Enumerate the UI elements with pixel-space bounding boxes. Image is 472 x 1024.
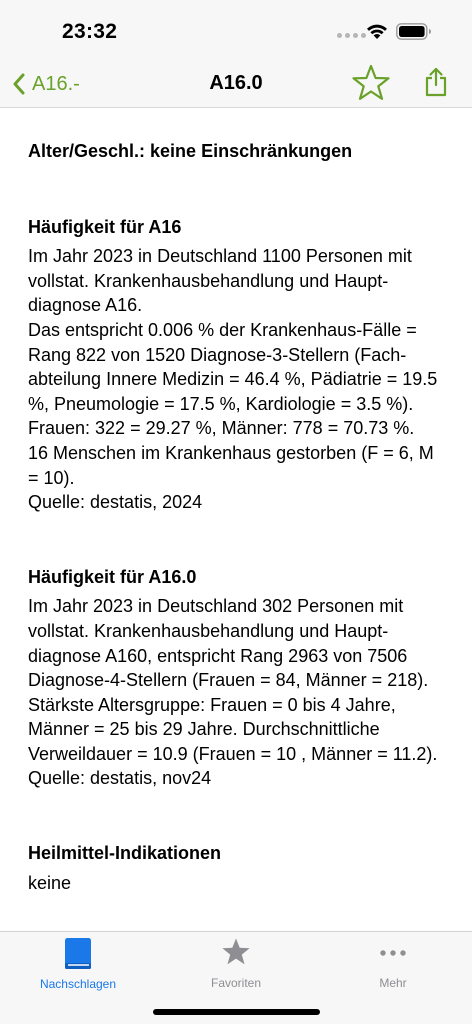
section-text: 16 Menschen im Krankenhaus gestorben (F …: [28, 442, 434, 488]
share-button[interactable]: [424, 67, 448, 102]
tab-label: Nachschlagen: [39, 977, 117, 991]
section-source: Quelle: destatis, 2024: [28, 492, 203, 513]
content-area[interactable]: Alter/Geschl.: keine Einschränkungen Häu…: [0, 109, 472, 931]
section-frequency-a16-0: Häufigkeit für A16.0 Im Jahr 2023 in Deu…: [28, 565, 444, 791]
wifi-icon: [367, 24, 387, 39]
tab-label: Mehr: [379, 976, 407, 990]
home-indicator[interactable]: [153, 1009, 320, 1015]
tab-mehr[interactable]: Mehr: [333, 937, 453, 990]
chevron-left-icon: [13, 73, 25, 95]
star-outline-icon: [352, 64, 390, 100]
age-sex-restriction: Alter/Geschl.: keine Einschränkungen: [28, 141, 353, 161]
back-button-label: A16.-: [32, 72, 80, 95]
status-bar: 23:32: [0, 0, 472, 60]
section-frequency-a16: Häufigkeit für A16 Im Jahr 2023 in Deuts…: [28, 215, 444, 515]
navigation-bar: A16.- A16.0: [0, 60, 472, 108]
tab-label: Favoriten: [210, 976, 262, 990]
tab-favoriten[interactable]: Favoriten: [176, 937, 296, 990]
battery-icon: [396, 23, 431, 40]
section-text: Das entspricht 0.006 % der Krankenhaus-F…: [28, 319, 438, 439]
book-icon: [65, 938, 91, 969]
star-icon: [222, 938, 250, 965]
section-text: Stärkste Altersgruppe: Frauen = 0 bis 4 …: [28, 694, 438, 764]
section-text: Im Jahr 2023 in Deutschland 302 Personen…: [28, 596, 429, 691]
section-text: keine: [28, 872, 72, 893]
cellular-signal-icon: [337, 33, 366, 38]
section-text: Im Jahr 2023 in Deutschland 1100 Persone…: [28, 246, 412, 316]
section-heading: Häufigkeit für A16: [28, 216, 182, 237]
section-heading: Häufigkeit für A16.0: [28, 566, 197, 587]
section-remedy-indications: Heilmittel-Indikationen keine: [28, 841, 444, 895]
section-heading: Heilmittel-Indikationen: [28, 843, 222, 864]
status-time: 23:32: [62, 20, 118, 43]
back-button[interactable]: A16.-: [12, 68, 80, 100]
section-source: Quelle: destatis, nov24: [28, 768, 212, 789]
tab-nachschlagen[interactable]: Nachschlagen: [18, 937, 138, 991]
share-icon: [425, 67, 447, 97]
ellipsis-icon: [380, 950, 406, 956]
favorite-button[interactable]: [351, 64, 391, 107]
